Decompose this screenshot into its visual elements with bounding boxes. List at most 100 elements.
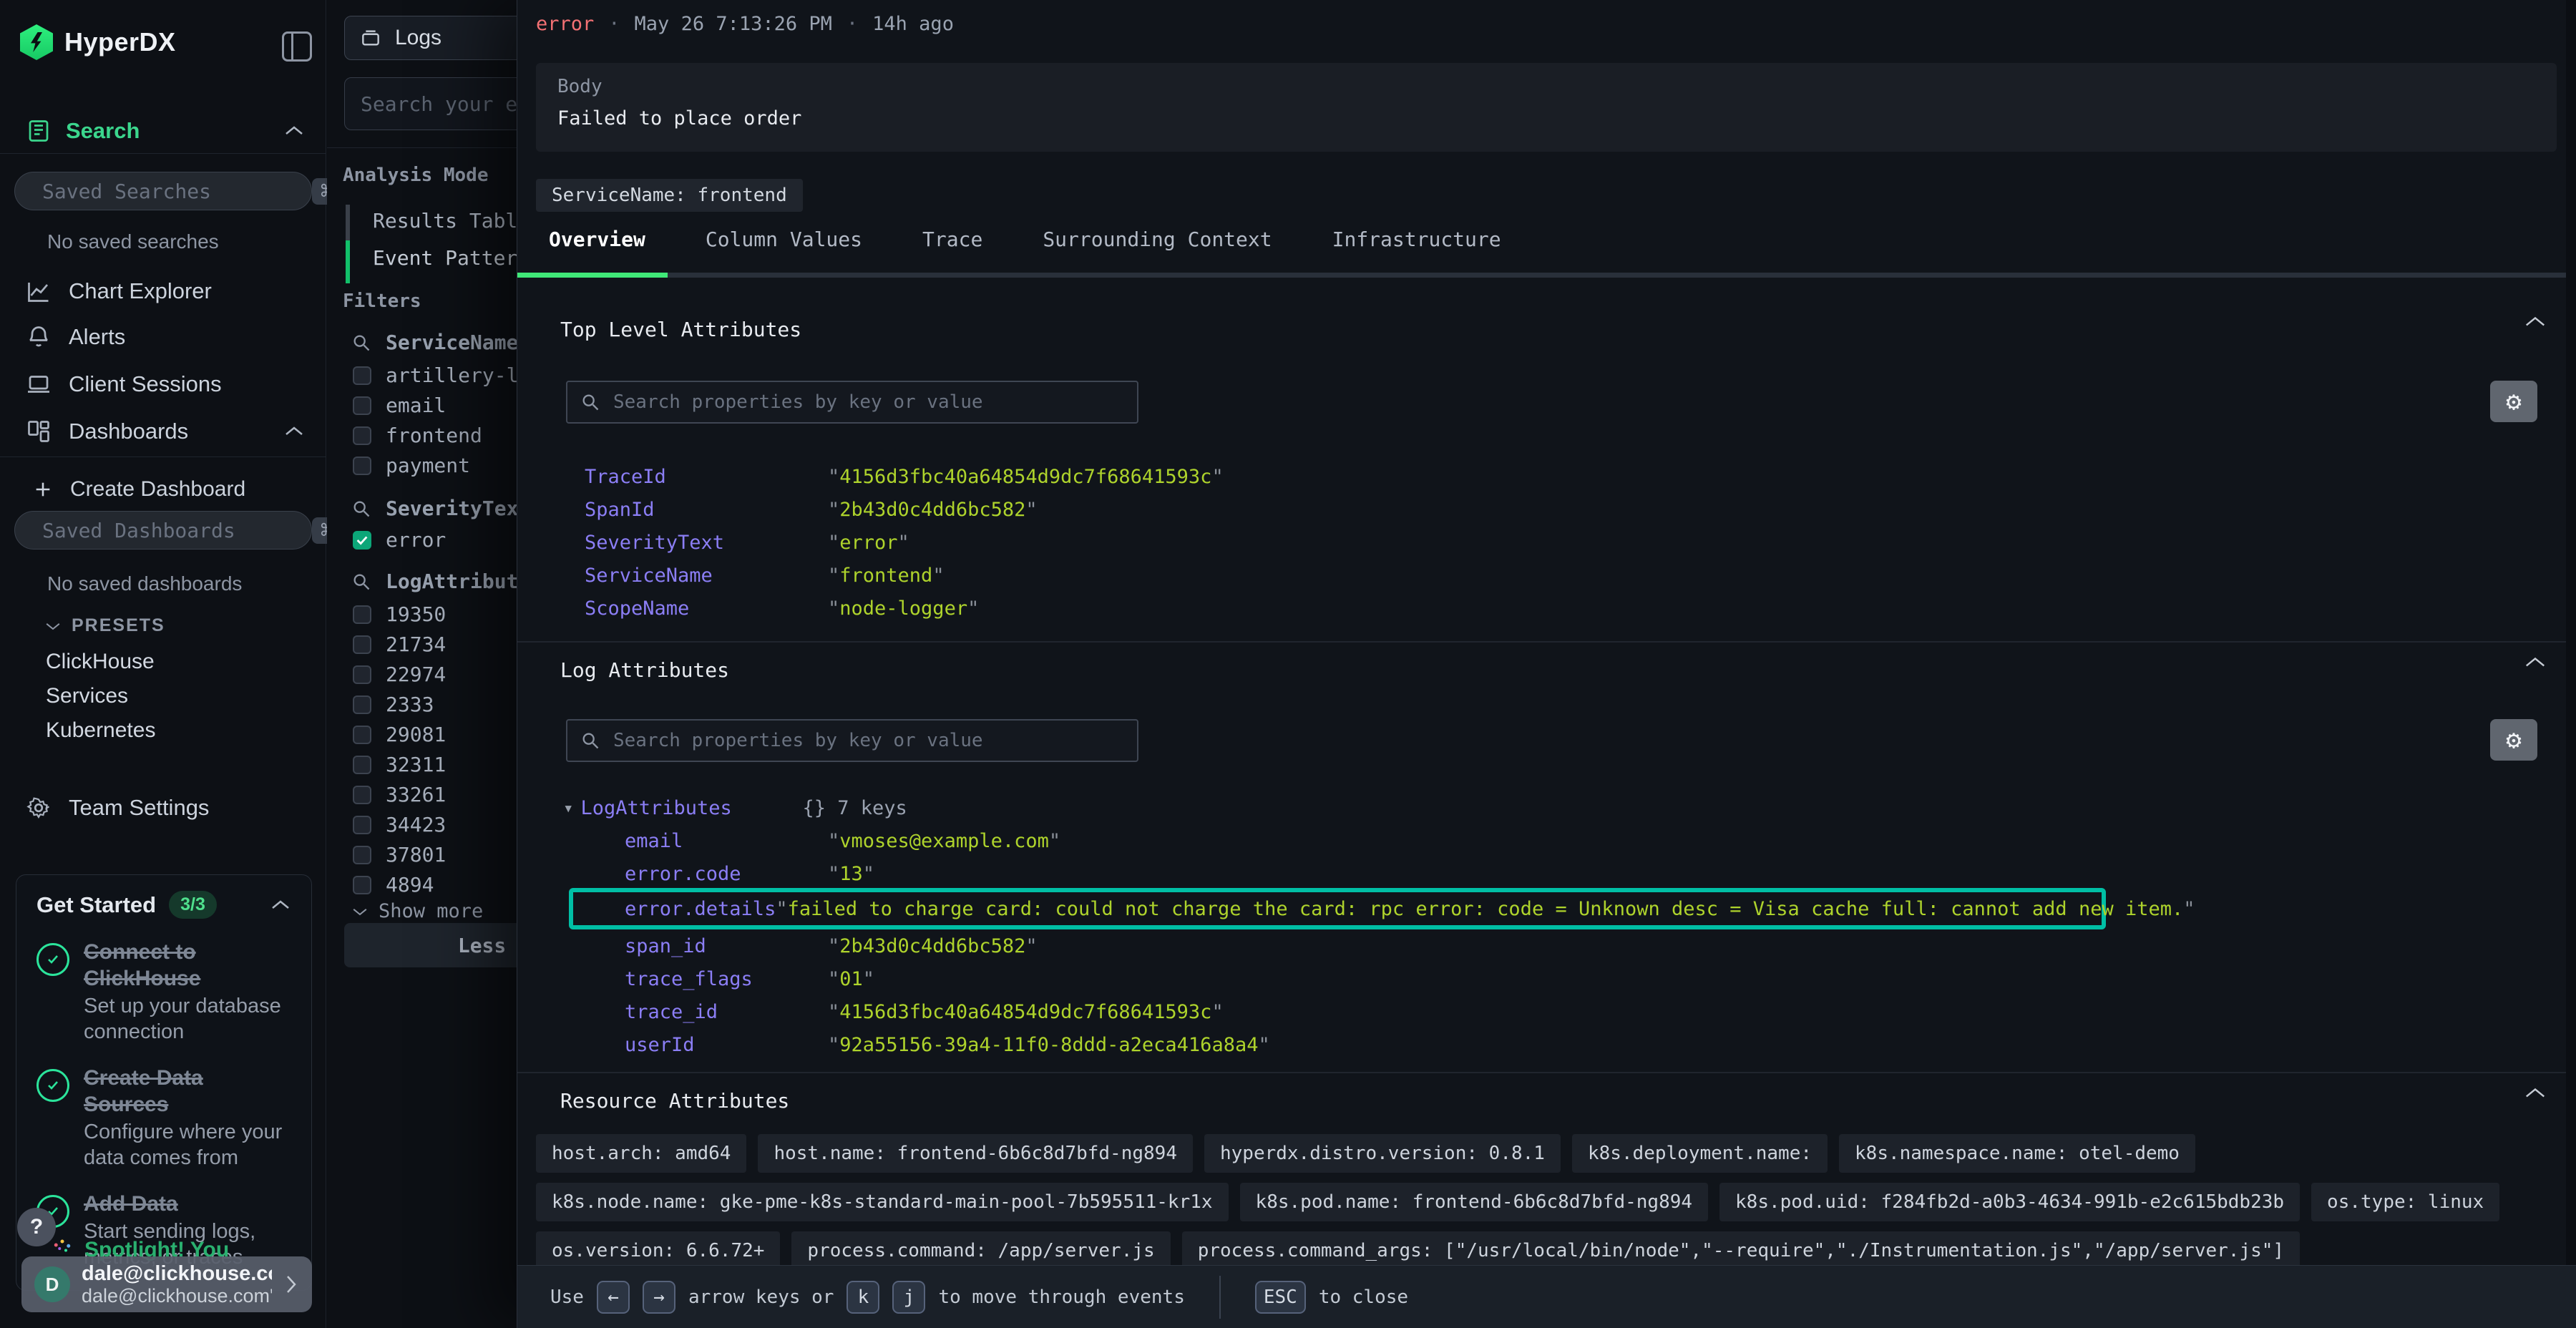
checkbox-checked[interactable] <box>353 531 371 550</box>
presets-toggle[interactable]: PRESETS <box>44 615 165 636</box>
saved-searches-search[interactable]: ⌘K <box>14 172 312 210</box>
attribute-key[interactable]: TraceId <box>585 466 828 488</box>
chevron-up-icon[interactable] <box>2523 315 2547 329</box>
attribute-key[interactable]: email <box>625 830 828 852</box>
get-started-step[interactable]: Create Data Sources Configure where your… <box>36 1065 291 1171</box>
checkbox[interactable] <box>353 756 371 774</box>
resource-chip[interactable]: process.command_args: ["/usr/local/bin/n… <box>1182 1231 2300 1270</box>
attribute-value[interactable]: 92a55156-39a4-11f0-8ddd-a2eca416a8a4 <box>828 1034 1270 1056</box>
property-search-input[interactable] <box>612 729 1124 752</box>
resource-chip[interactable]: os.type: linux <box>2311 1183 2499 1221</box>
tab-surrounding-context[interactable]: Surrounding Context <box>1043 228 1272 258</box>
chevron-up-icon[interactable] <box>270 899 291 912</box>
sidebar-item-clickhouse[interactable]: ClickHouse <box>46 650 155 674</box>
filter-option[interactable]: 2333 <box>386 693 434 716</box>
sidebar-item-team-settings[interactable]: Team Settings <box>0 786 326 830</box>
tab-infrastructure[interactable]: Infrastructure <box>1332 228 1501 258</box>
filter-option[interactable]: 32311 <box>386 753 446 776</box>
checkbox[interactable] <box>353 605 371 624</box>
sidebar-item-chart-explorer[interactable]: Chart Explorer <box>0 269 326 313</box>
attribute-key[interactable]: ServiceName <box>585 565 828 587</box>
filter-option[interactable]: error <box>386 528 446 552</box>
tab-column-values[interactable]: Column Values <box>706 228 862 258</box>
filter-option[interactable]: 19350 <box>386 602 446 626</box>
checkbox[interactable] <box>353 786 371 804</box>
checkbox[interactable] <box>353 396 371 415</box>
chevron-up-icon[interactable] <box>2523 1086 2547 1100</box>
checkbox[interactable] <box>353 726 371 744</box>
checkbox[interactable] <box>353 816 371 834</box>
attribute-key[interactable]: trace_id <box>625 1001 828 1023</box>
attribute-value[interactable]: frontend <box>828 565 945 587</box>
checkbox[interactable] <box>353 876 371 894</box>
attribute-key[interactable]: trace_flags <box>625 968 828 990</box>
checkbox[interactable] <box>353 426 371 445</box>
checkbox[interactable] <box>353 846 371 864</box>
checkbox[interactable] <box>353 665 371 684</box>
sidebar-item-client-sessions[interactable]: Client Sessions <box>0 362 326 406</box>
attribute-value[interactable]: 2b43d0c4dd6bc582 <box>828 499 1038 521</box>
property-search-input[interactable] <box>612 391 1124 414</box>
search-icon[interactable] <box>351 499 371 519</box>
attribute-value[interactable]: 01 <box>828 968 874 990</box>
checkbox[interactable] <box>353 456 371 475</box>
create-dashboard-button[interactable]: Create Dashboard <box>0 469 326 509</box>
chevron-up-icon[interactable] <box>283 425 305 438</box>
filter-option[interactable]: email <box>386 394 446 417</box>
filter-option[interactable]: 37801 <box>386 843 446 866</box>
checkbox[interactable] <box>353 695 371 714</box>
help-button[interactable]: ? <box>17 1208 56 1246</box>
chevron-up-icon[interactable] <box>283 125 305 137</box>
attribute-value[interactable]: vmoses@example.com <box>828 830 1060 852</box>
checkbox[interactable] <box>353 366 371 385</box>
show-more-toggle[interactable]: Show more <box>351 900 483 922</box>
saved-dashboards-search[interactable]: ⌘K <box>14 511 312 550</box>
resource-chip[interactable]: os.version: 6.6.72+ <box>536 1231 780 1270</box>
filter-option[interactable]: 34423 <box>386 813 446 836</box>
resource-chip[interactable]: k8s.deployment.name: <box>1572 1134 1828 1173</box>
sidebar-item-services[interactable]: Services <box>46 684 128 708</box>
tree-caret-icon[interactable]: ▾ <box>563 798 573 818</box>
resource-chip[interactable]: hyperdx.distro.version: 0.8.1 <box>1204 1134 1561 1173</box>
attribute-value[interactable]: 4156d3fbc40a64854d9dc7f68641593c <box>828 1001 1224 1023</box>
tab-overview[interactable]: Overview <box>549 228 645 258</box>
attribute-value[interactable]: 13 <box>828 863 874 885</box>
attribute-value[interactable]: node-logger <box>828 597 979 620</box>
sidebar-item-kubernetes[interactable]: Kubernetes <box>46 718 155 743</box>
resource-chip[interactable]: k8s.node.name: gke-pme-k8s-standard-main… <box>536 1183 1229 1221</box>
attribute-key[interactable]: LogAttributes <box>580 797 802 819</box>
attribute-value[interactable]: error <box>828 532 909 554</box>
resource-chip[interactable]: k8s.pod.name: frontend-6b6c8d7bfd-ng894 <box>1240 1183 1708 1221</box>
tab-trace[interactable]: Trace <box>922 228 982 258</box>
sidebar-item-alerts[interactable]: Alerts <box>0 315 326 359</box>
attribute-value[interactable]: 2b43d0c4dd6bc582 <box>828 935 1038 957</box>
service-name-chip[interactable]: ServiceName: frontend <box>536 179 803 212</box>
app-logo[interactable]: HyperDX <box>20 24 176 60</box>
sidebar-collapse-icon[interactable] <box>282 31 312 62</box>
attribute-key[interactable]: SeverityText <box>585 532 828 554</box>
gear-icon[interactable]: ⚙ <box>2490 719 2537 761</box>
mode-results-table[interactable]: Results Table <box>373 209 530 233</box>
search-icon[interactable] <box>351 333 371 353</box>
highlighted-attribute-row[interactable]: error.details failed to charge card: cou… <box>569 888 2106 929</box>
checkbox[interactable] <box>353 635 371 654</box>
log-attributes-property-search[interactable] <box>566 719 1138 762</box>
attribute-value[interactable]: 4156d3fbc40a64854d9dc7f68641593c <box>828 466 1224 488</box>
attribute-key[interactable]: error.code <box>625 863 828 885</box>
filter-option[interactable]: payment <box>386 454 470 477</box>
saved-dashboards-input[interactable] <box>41 518 301 543</box>
resource-chip[interactable]: host.arch: amd64 <box>536 1134 746 1173</box>
chevron-up-icon[interactable] <box>2523 655 2547 670</box>
attribute-key[interactable]: userId <box>625 1034 828 1056</box>
attribute-key[interactable]: SpanId <box>585 499 828 521</box>
sidebar-item-dashboards[interactable]: Dashboards <box>0 409 326 454</box>
attribute-key[interactable]: span_id <box>625 935 828 957</box>
get-started-step[interactable]: Connect to ClickHouse Set up your databa… <box>36 939 291 1045</box>
attribute-key[interactable]: error.details <box>625 898 776 920</box>
filter-option[interactable]: 33261 <box>386 783 446 806</box>
gear-icon[interactable]: ⚙ <box>2490 381 2537 422</box>
scrollbar[interactable] <box>2566 0 2576 1328</box>
search-icon[interactable] <box>351 572 371 592</box>
filter-option[interactable]: 4894 <box>386 873 434 897</box>
saved-searches-input[interactable] <box>41 179 301 204</box>
